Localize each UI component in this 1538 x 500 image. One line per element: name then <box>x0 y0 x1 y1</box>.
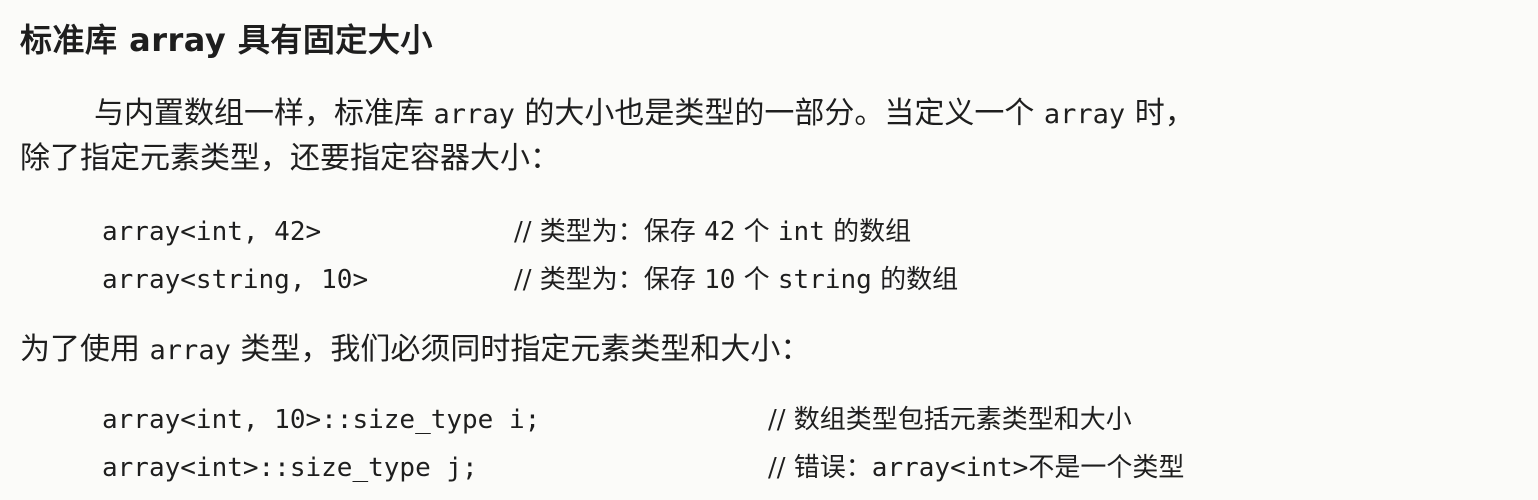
code-line: array<int>::size_type j; // 错误：array<int… <box>102 444 1184 492</box>
code-line: array<int, 42> // 类型为：保存 42 个 int 的数组 <box>102 208 958 256</box>
paragraph1-line2: 除了指定元素类型，还要指定容器大小： <box>20 141 560 176</box>
comment-text: 个 <box>735 265 778 295</box>
section-title: 标准库 array 具有固定大小 <box>20 21 433 59</box>
comment-text: // 类型为：保存 <box>514 217 705 247</box>
comment-text: // 类型为：保存 <box>514 265 705 295</box>
code-comment: // 错误：array<int>不是一个类型 <box>768 444 1184 492</box>
comment-text: 的数组 <box>871 265 959 295</box>
paragraph1-text: 时， <box>1125 96 1195 131</box>
code-line: array<string, 10> // 类型为：保存 10 个 string … <box>102 256 958 304</box>
code-line: array<int, 10>::size_type i; // 数组类型包括元素… <box>102 396 1184 444</box>
code-block: array<int, 10>::size_type i; // 数组类型包括元素… <box>102 396 1184 492</box>
code-statement: array<string, 10> <box>102 265 369 295</box>
comment-code: 10 <box>704 265 736 295</box>
paragraph2-text: 为了使用 <box>20 332 150 367</box>
comment-code: array<int> <box>871 453 1029 483</box>
intro-paragraph: 与内置数组一样，标准库 array 的大小也是类型的一部分。当定义一个 arra… <box>20 92 1520 181</box>
code-block: array<int, 42> // 类型为：保存 42 个 int 的数组 ar… <box>102 208 958 304</box>
comment-text: // 数组类型包括元素类型和大小 <box>768 405 1132 435</box>
paragraph2-text: 类型，我们必须同时指定元素类型和大小： <box>230 332 811 367</box>
code-comment: // 数组类型包括元素类型和大小 <box>768 396 1132 444</box>
comment-code: 42 <box>704 217 736 247</box>
comment-text: 的数组 <box>824 217 912 247</box>
code-statement: array<int>::size_type j; <box>102 453 478 483</box>
comment-code: int <box>777 217 825 247</box>
comment-text: // 错误： <box>768 453 872 483</box>
code-comment: // 类型为：保存 10 个 string 的数组 <box>514 256 958 304</box>
comment-text: 不是一个类型 <box>1028 453 1185 483</box>
code-comment: // 类型为：保存 42 个 int 的数组 <box>514 208 911 256</box>
comment-code: string <box>777 265 872 295</box>
usage-paragraph: 为了使用 array 类型，我们必须同时指定元素类型和大小： <box>20 328 1520 373</box>
comment-text: 个 <box>735 217 778 247</box>
inline-code: array <box>1043 99 1126 130</box>
code-statement: array<int, 42> <box>102 217 322 247</box>
code-statement: array<int, 10>::size_type i; <box>102 405 541 435</box>
paragraph1-text: 的大小也是类型的一部分。当定义一个 <box>514 96 1044 131</box>
paragraph1-text: 与内置数组一样，标准库 <box>94 96 434 131</box>
inline-code: array <box>149 335 231 366</box>
inline-code: array <box>433 99 515 130</box>
